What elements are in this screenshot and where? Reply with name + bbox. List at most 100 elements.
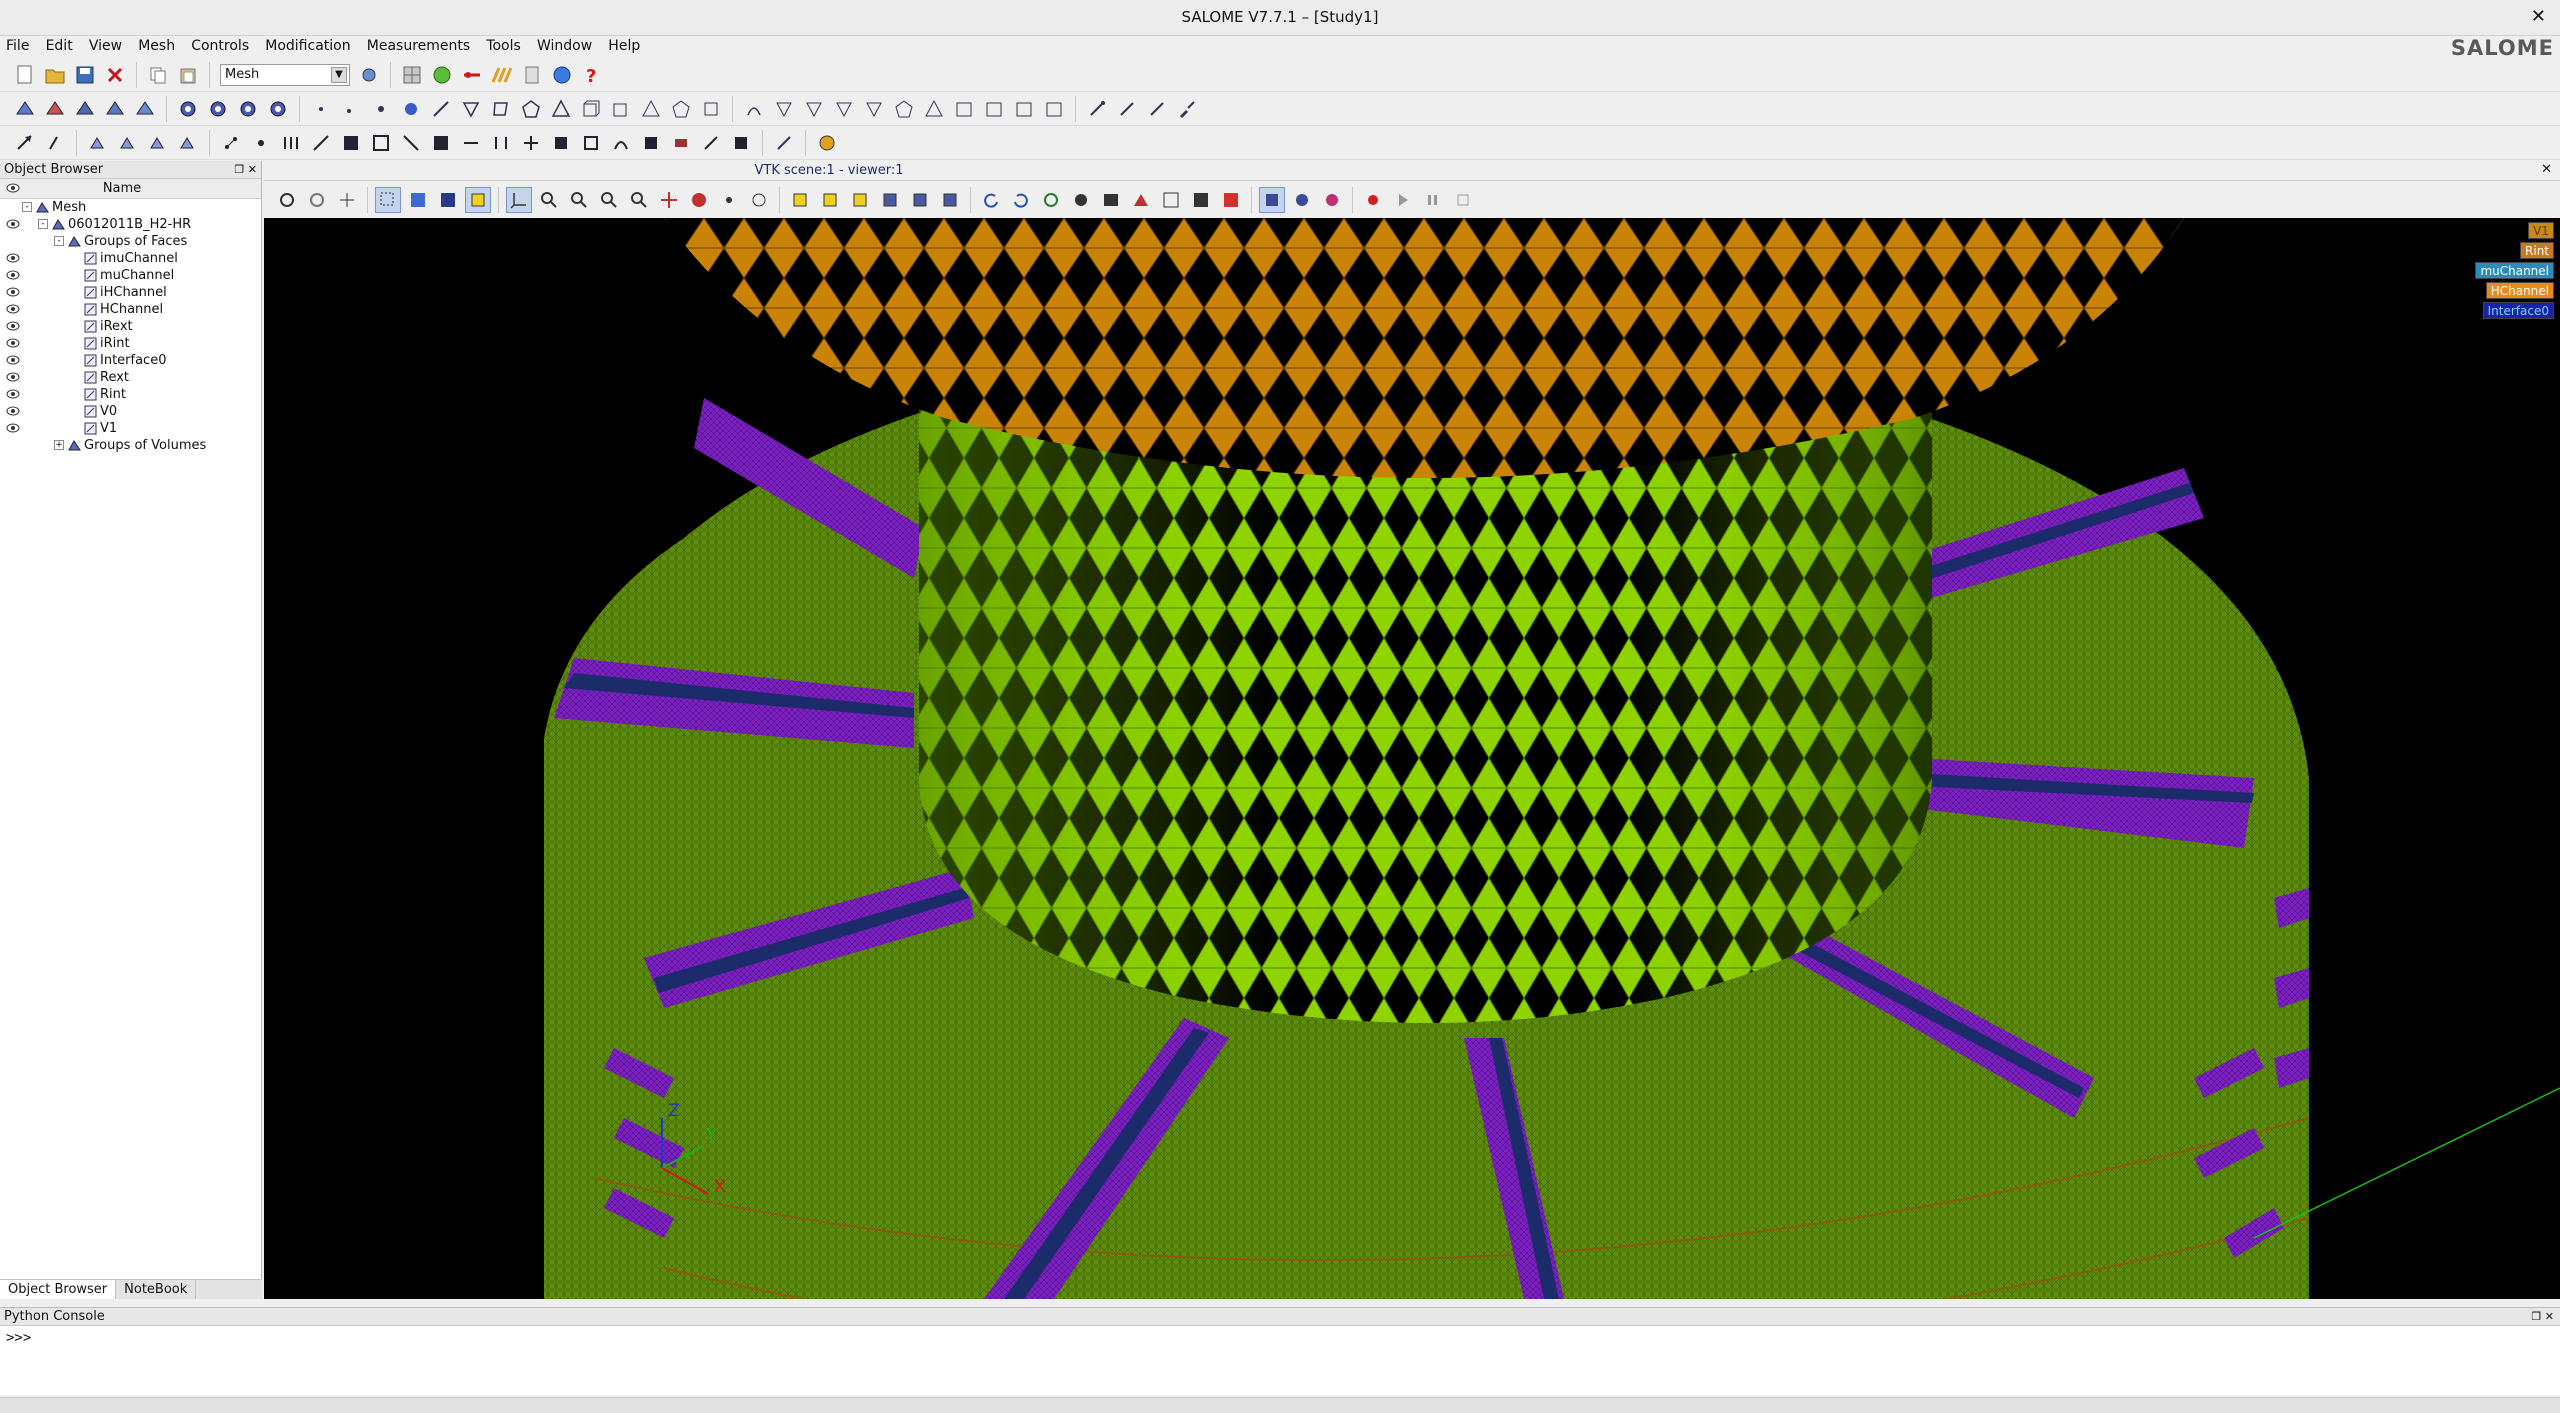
quadratic-polygon-icon[interactable]	[831, 96, 857, 122]
menu-modification[interactable]: Modification	[259, 36, 356, 54]
merge-elements-icon[interactable]	[308, 130, 334, 156]
revolution-icon[interactable]	[115, 130, 141, 156]
dump-view-icon[interactable]	[274, 187, 300, 213]
visibility-eye-icon[interactable]	[6, 269, 20, 281]
measure-length-icon[interactable]	[771, 130, 797, 156]
name-column-header[interactable]: Name	[22, 181, 222, 196]
bottom-view-icon[interactable]	[877, 187, 903, 213]
import-mesh-icon[interactable]	[102, 96, 128, 122]
reset-view-icon[interactable]	[1038, 187, 1064, 213]
clockwise-icon[interactable]	[1008, 187, 1034, 213]
polygon-icon[interactable]	[518, 96, 544, 122]
tab-notebook[interactable]: NoteBook	[116, 1280, 197, 1301]
top-view-icon[interactable]	[847, 187, 873, 213]
front-view-icon[interactable]	[787, 187, 813, 213]
tree-item[interactable]: iRint	[0, 335, 261, 352]
module-mesh-icon[interactable]	[399, 62, 425, 88]
quadratic-quad-icon[interactable]	[801, 96, 827, 122]
visibility-eye-icon[interactable]	[6, 218, 20, 230]
hexa-icon[interactable]	[578, 96, 604, 122]
global-pan-icon[interactable]	[686, 187, 712, 213]
split-volumes-icon[interactable]	[488, 130, 514, 156]
mesh-order-icon[interactable]	[265, 96, 291, 122]
module-smesh-icon[interactable]	[429, 62, 455, 88]
union-icon[interactable]	[428, 130, 454, 156]
viewer-close-button[interactable]: ✕	[2541, 162, 2552, 177]
tree-item[interactable]: Interface0	[0, 352, 261, 369]
quadratic-pyramid-icon[interactable]	[891, 96, 917, 122]
module-selector[interactable]: Mesh ▼	[220, 63, 350, 86]
globe-icon[interactable]	[549, 62, 575, 88]
double-nodes-icon[interactable]	[548, 130, 574, 156]
menu-window[interactable]: Window	[531, 36, 598, 54]
tree-item[interactable]: Rint	[0, 386, 261, 403]
add-icon[interactable]	[1084, 96, 1110, 122]
zooming-style-icon[interactable]	[334, 187, 360, 213]
collapse-icon[interactable]: -	[22, 202, 32, 212]
view-parameters-icon[interactable]	[1128, 187, 1154, 213]
record-icon[interactable]	[1360, 187, 1386, 213]
ball-element-icon[interactable]	[368, 96, 394, 122]
left-view-icon[interactable]	[907, 187, 933, 213]
tree-item[interactable]: Rext	[0, 369, 261, 386]
visibility-eye-icon[interactable]	[6, 405, 20, 417]
split-icon[interactable]	[338, 130, 364, 156]
clipping-icon[interactable]	[1319, 187, 1345, 213]
remove-orphan-icon[interactable]	[728, 130, 754, 156]
orientation-icon[interactable]	[218, 130, 244, 156]
module-paravis-icon[interactable]	[489, 62, 515, 88]
paste-icon[interactable]	[175, 62, 201, 88]
tree-item[interactable]: V0	[0, 403, 261, 420]
scaling-icon[interactable]	[1289, 187, 1315, 213]
menu-tools[interactable]: Tools	[480, 36, 527, 54]
vtk-viewport[interactable]: Z Y X V1 Rint muChannel HChannel Interface0	[264, 218, 2560, 1299]
merge-nodes-icon[interactable]	[248, 130, 274, 156]
fit-all-icon[interactable]	[536, 187, 562, 213]
pyramid-icon[interactable]	[638, 96, 664, 122]
copy-mesh-icon[interactable]	[132, 96, 158, 122]
create-submesh-icon[interactable]	[42, 96, 68, 122]
module-jobmanager-icon[interactable]	[519, 62, 545, 88]
scale-icon[interactable]	[518, 130, 544, 156]
menu-mesh[interactable]: Mesh	[132, 36, 181, 54]
visibility-eye-icon[interactable]	[6, 422, 20, 434]
save-icon[interactable]	[72, 62, 98, 88]
anticlockwise-icon[interactable]	[978, 187, 1004, 213]
graduated-axes-icon[interactable]	[1188, 187, 1214, 213]
quadratic-pentahedron-icon[interactable]	[921, 96, 947, 122]
visibility-eye-icon[interactable]	[6, 252, 20, 264]
quadratic-edge-icon[interactable]	[698, 96, 724, 122]
fit-selection-icon[interactable]	[596, 187, 622, 213]
diagonal-inversion-icon[interactable]	[398, 130, 424, 156]
cutting-icon[interactable]	[368, 130, 394, 156]
open-folder-icon[interactable]	[42, 62, 68, 88]
boundary-icon[interactable]	[578, 130, 604, 156]
compute-icon[interactable]	[175, 96, 201, 122]
rubberband-select-icon[interactable]	[375, 187, 401, 213]
mesh-scene[interactable]: Z Y X	[264, 218, 2560, 1299]
translation-icon[interactable]	[12, 130, 38, 156]
quadratic-tetra-icon[interactable]	[861, 96, 887, 122]
tree-item[interactable]: - 06012011B_H2-HR	[0, 216, 261, 233]
help-icon[interactable]: ?	[579, 62, 605, 88]
convert-quadratic-icon[interactable]	[608, 130, 634, 156]
evaluate-icon[interactable]	[235, 96, 261, 122]
module-yacs-icon[interactable]	[459, 62, 485, 88]
menu-view[interactable]: View	[83, 36, 128, 54]
plugin-icon[interactable]	[814, 130, 840, 156]
pan-icon[interactable]	[656, 187, 682, 213]
menu-help[interactable]: Help	[602, 36, 646, 54]
stereo-icon[interactable]	[1098, 187, 1124, 213]
triquadratic-hexa-icon[interactable]	[981, 96, 1007, 122]
window-close-button[interactable]: ✕	[2531, 6, 2546, 27]
tree-item[interactable]: + Groups of Volumes	[0, 437, 261, 454]
play-icon[interactable]	[1390, 187, 1416, 213]
expand-icon[interactable]: +	[54, 440, 64, 450]
rotate-icon[interactable]	[746, 187, 772, 213]
quadratic-triangle-icon[interactable]	[771, 96, 797, 122]
node-icon[interactable]	[308, 96, 334, 122]
stop-icon[interactable]	[1450, 187, 1476, 213]
zoom-icon[interactable]	[626, 187, 652, 213]
collapse-icon[interactable]: -	[54, 236, 64, 246]
rotation-icon[interactable]	[42, 130, 68, 156]
